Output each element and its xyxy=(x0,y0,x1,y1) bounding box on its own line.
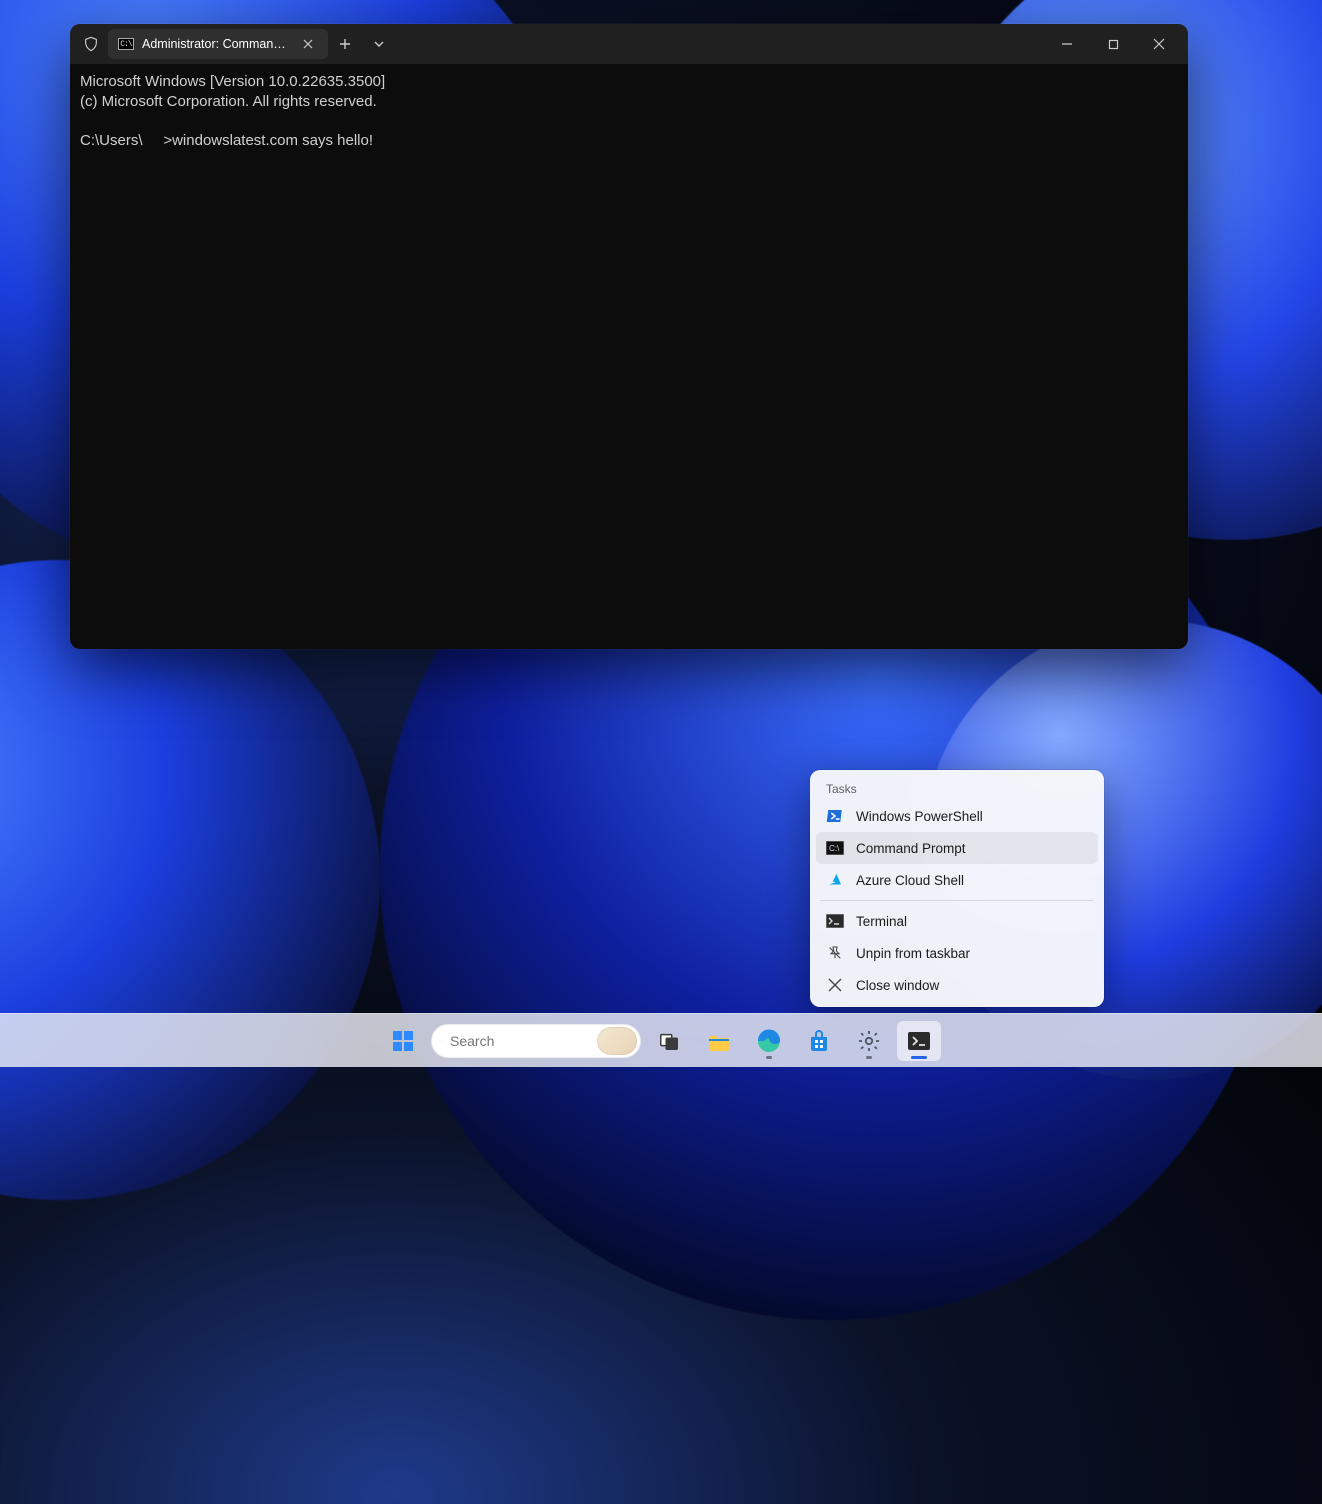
jumplist-item-label: Close window xyxy=(856,978,939,993)
jumplist-item-label: Unpin from taskbar xyxy=(856,946,970,961)
tab-title: Administrator: Command Pro xyxy=(142,37,290,51)
jumplist-item-label: Command Prompt xyxy=(856,841,966,856)
cmd-icon: C:\ xyxy=(118,38,134,50)
cmd-icon: C:\ xyxy=(826,839,844,857)
close-window-button[interactable] xyxy=(1136,29,1182,59)
jumplist-item-unpin[interactable]: Unpin from taskbar xyxy=(816,937,1098,969)
close-tab-button[interactable] xyxy=(298,34,318,54)
terminal-icon xyxy=(826,912,844,930)
jumplist-item-label: Windows PowerShell xyxy=(856,809,983,824)
edge-icon xyxy=(757,1029,781,1053)
taskbar-app-settings[interactable] xyxy=(847,1021,891,1061)
task-view-button[interactable] xyxy=(647,1021,691,1061)
taskbar-app-explorer[interactable] xyxy=(697,1021,741,1061)
taskbar-app-terminal[interactable] xyxy=(897,1021,941,1061)
taskbar-search[interactable] xyxy=(431,1024,641,1058)
title-bar: C:\ Administrator: Command Pro xyxy=(70,24,1188,64)
jumplist-item-cmd[interactable]: C:\ Command Prompt xyxy=(816,832,1098,864)
taskbar-app-store[interactable] xyxy=(797,1021,841,1061)
minimize-button[interactable] xyxy=(1044,29,1090,59)
jumplist-item-label: Terminal xyxy=(856,914,907,929)
tab-dropdown-button[interactable] xyxy=(362,29,396,59)
azure-icon xyxy=(826,871,844,889)
terminal-output[interactable]: Microsoft Windows [Version 10.0.22635.35… xyxy=(70,64,1188,159)
maximize-button[interactable] xyxy=(1090,29,1136,59)
terminal-window: C:\ Administrator: Command Pro Microsoft… xyxy=(70,24,1188,649)
jumplist-item-azure[interactable]: Azure Cloud Shell xyxy=(816,864,1098,896)
jumplist-item-close[interactable]: Close window xyxy=(816,969,1098,1001)
taskbar xyxy=(0,1013,1322,1067)
svg-text:C:\: C:\ xyxy=(829,844,840,853)
tab-command-prompt[interactable]: C:\ Administrator: Command Pro xyxy=(108,29,328,59)
store-icon xyxy=(807,1029,831,1053)
jumplist-header: Tasks xyxy=(816,776,1098,800)
jumplist: Tasks Windows PowerShell C:\ Command Pro… xyxy=(810,770,1104,1007)
start-button[interactable] xyxy=(381,1021,425,1061)
settings-icon xyxy=(857,1029,881,1053)
file-explorer-icon xyxy=(707,1030,731,1052)
new-tab-button[interactable] xyxy=(328,29,362,59)
unpin-icon xyxy=(826,944,844,962)
jumplist-item-terminal[interactable]: Terminal xyxy=(816,905,1098,937)
search-highlight-icon xyxy=(597,1027,637,1055)
admin-shield-icon xyxy=(82,35,100,53)
jumplist-item-label: Azure Cloud Shell xyxy=(856,873,964,888)
taskbar-app-edge[interactable] xyxy=(747,1021,791,1061)
separator xyxy=(820,900,1094,901)
powershell-icon xyxy=(826,807,844,825)
jumplist-item-powershell[interactable]: Windows PowerShell xyxy=(816,800,1098,832)
terminal-icon xyxy=(908,1032,930,1050)
search-icon xyxy=(441,1033,442,1049)
close-icon xyxy=(826,976,844,994)
